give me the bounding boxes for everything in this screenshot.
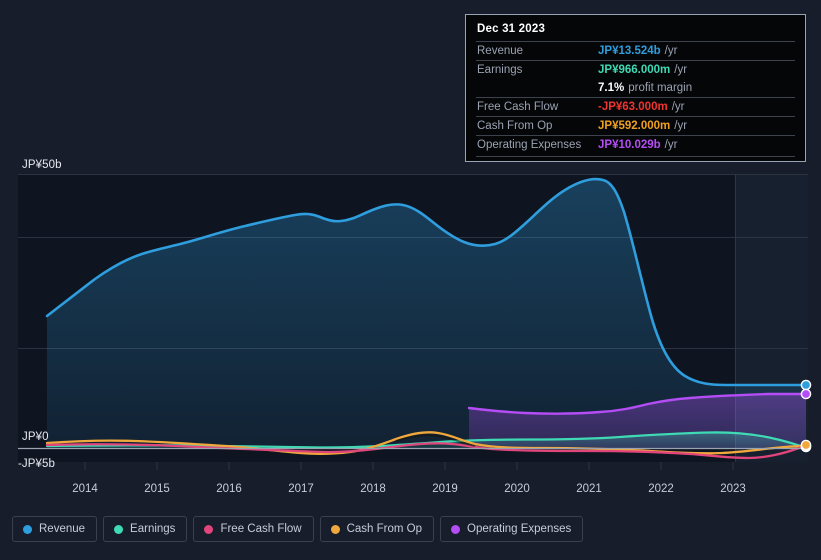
- tooltip-suffix-cash-from-op: /yr: [674, 120, 688, 132]
- legend-dot-cash-from-op-icon: [330, 524, 340, 534]
- tooltip-suffix-operating-expenses: /yr: [664, 139, 678, 151]
- x-axis-label-2018: 2018: [360, 483, 386, 495]
- tooltip-label-operating-expenses: Operating Expenses: [477, 139, 582, 151]
- legend-item-earnings[interactable]: Earnings: [103, 516, 188, 542]
- tooltip-row-profit-margin: 7.1% profit margin: [476, 79, 795, 97]
- x-axis-label-2022: 2022: [648, 483, 674, 495]
- tooltip-row-free-cash-flow: Free Cash Flow -JP¥63.000m /yr: [476, 97, 795, 116]
- y-axis-label-zero: JP¥0: [22, 431, 49, 443]
- tooltip-value-earnings: JP¥966.000m: [598, 64, 671, 76]
- endpoint-revenue[interactable]: [800, 379, 812, 391]
- legend-label-cash-from-op: Cash From Op: [346, 523, 423, 535]
- x-axis-label-2017: 2017: [288, 483, 314, 495]
- x-axis-label-2023: 2023: [720, 483, 746, 495]
- endpoint-cash-from-op[interactable]: [800, 439, 812, 451]
- tooltip-value-profit-margin: 7.1%: [598, 82, 625, 94]
- tooltip-label-free-cash-flow: Free Cash Flow: [477, 101, 559, 113]
- legend-item-free-cash-flow[interactable]: Free Cash Flow: [193, 516, 314, 542]
- tooltip-row-operating-expenses: Operating Expenses JP¥10.029b /yr: [476, 135, 795, 154]
- chart-legend: Revenue Earnings Free Cash Flow Cash Fro…: [12, 516, 584, 542]
- tooltip-suffix-earnings: /yr: [674, 64, 688, 76]
- tooltip-value-revenue: JP¥13.524b: [598, 45, 661, 57]
- legend-item-revenue[interactable]: Revenue: [12, 516, 98, 542]
- tooltip-value-operating-expenses: JP¥10.029b: [598, 139, 661, 151]
- chart-plot-area[interactable]: [0, 160, 821, 478]
- tooltip-suffix-profit-margin: profit margin: [628, 82, 693, 94]
- x-axis-label-2020: 2020: [504, 483, 530, 495]
- tooltip-value-cash-from-op: JP¥592.000m: [598, 120, 671, 132]
- x-axis-label-2016: 2016: [216, 483, 242, 495]
- legend-label-earnings: Earnings: [130, 523, 176, 535]
- x-axis-label-2021: 2021: [576, 483, 602, 495]
- legend-dot-free-cash-flow-icon: [204, 524, 214, 534]
- legend-label-free-cash-flow: Free Cash Flow: [220, 523, 302, 535]
- tooltip-date: Dec 31 2023: [477, 23, 546, 35]
- tooltip-suffix-free-cash-flow: /yr: [671, 101, 685, 113]
- x-axis-label-2014: 2014: [72, 483, 98, 495]
- tooltip-row-cash-from-op: Cash From Op JP¥592.000m /yr: [476, 116, 795, 135]
- legend-dot-earnings-icon: [114, 524, 124, 534]
- legend-item-operating-expenses[interactable]: Operating Expenses: [440, 516, 584, 542]
- tooltip-suffix-revenue: /yr: [664, 45, 678, 57]
- tooltip-row-revenue: Revenue JP¥13.524b /yr: [476, 41, 795, 60]
- legend-dot-operating-expenses-icon: [451, 524, 461, 534]
- chart-svg: [18, 174, 812, 470]
- financial-chart-widget: JP¥50b JP¥0 -JP¥5b 2014 2015 2016 2017 2…: [0, 0, 821, 560]
- tooltip-value-free-cash-flow: -JP¥63.000m: [598, 101, 668, 113]
- y-axis-label-negative: -JP¥5b: [18, 458, 56, 470]
- tooltip-bottom-divider: [476, 156, 795, 157]
- legend-label-revenue: Revenue: [39, 523, 86, 535]
- x-axis: 2014 2015 2016 2017 2018 2019 2020 2021 …: [0, 483, 821, 503]
- x-axis-label-2019: 2019: [432, 483, 458, 495]
- legend-item-cash-from-op[interactable]: Cash From Op: [319, 516, 435, 542]
- y-axis-label-top: JP¥50b: [22, 159, 62, 171]
- legend-dot-revenue-icon: [23, 524, 32, 534]
- x-axis-label-2015: 2015: [144, 483, 170, 495]
- tooltip-label-earnings: Earnings: [477, 64, 523, 76]
- endpoint-operating-expenses[interactable]: [800, 388, 812, 400]
- tooltip-row-earnings: Earnings JP¥966.000m /yr: [476, 60, 795, 79]
- x-axis-ticks: [84, 462, 734, 470]
- tooltip-label-revenue: Revenue: [477, 45, 524, 57]
- data-tooltip: Dec 31 2023 Revenue JP¥13.524b /yr Earni…: [465, 14, 806, 162]
- legend-label-operating-expenses: Operating Expenses: [467, 523, 572, 535]
- tooltip-label-cash-from-op: Cash From Op: [477, 120, 553, 132]
